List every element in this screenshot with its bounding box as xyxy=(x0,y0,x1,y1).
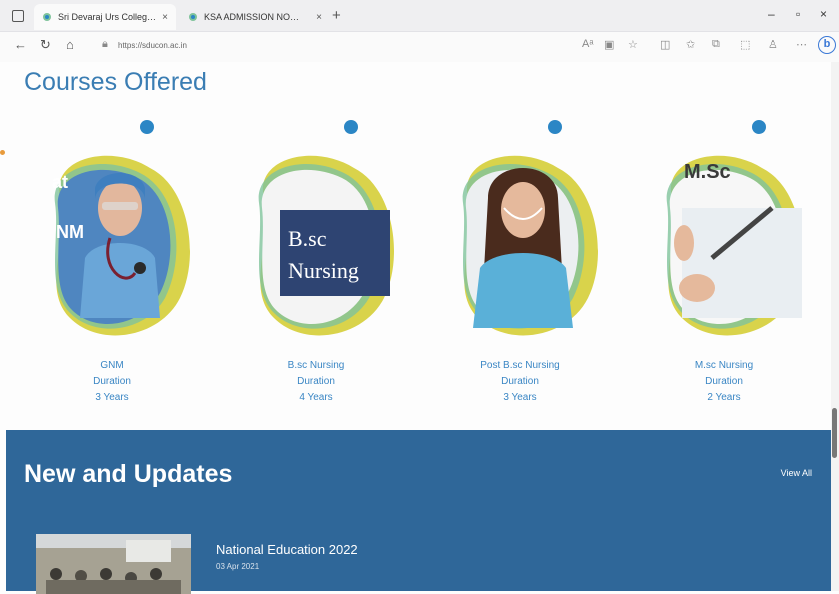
close-tab-icon[interactable]: × xyxy=(316,12,322,23)
courses-section-title: Courses Offered xyxy=(24,68,207,96)
collections-icon[interactable]: ⧉ xyxy=(712,38,720,51)
tab-sducon[interactable]: Sri Devaraj Urs College of Nurs × xyxy=(34,4,176,30)
decor-dot-icon xyxy=(548,120,562,134)
scrollbar-thumb[interactable] xyxy=(832,408,837,458)
course-image-gnm: at NM xyxy=(52,155,190,336)
profile-account-icon[interactable]: ♙ xyxy=(768,38,778,51)
college-favicon-icon xyxy=(188,12,198,22)
read-aloud-icon[interactable]: Aᵃ xyxy=(582,38,593,50)
svg-text:M.Sc: M.Sc xyxy=(684,161,731,183)
close-window-icon[interactable]: × xyxy=(820,7,827,21)
course-info: M.sc Nursing Duration 2 Years xyxy=(634,358,814,406)
course-duration-label: Duration xyxy=(93,376,131,387)
svg-text:B.sc: B.sc xyxy=(288,226,327,251)
svg-text:Nursing: Nursing xyxy=(288,258,359,283)
course-duration: 3 Years xyxy=(95,392,129,403)
refresh-icon[interactable]: ↻ xyxy=(40,37,51,53)
back-icon[interactable]: ← xyxy=(14,37,27,52)
course-duration-label: Duration xyxy=(705,376,743,387)
apps-icon[interactable]: ▣ xyxy=(604,38,614,51)
url-field[interactable]: https://sducon.ac.in xyxy=(118,41,187,50)
course-duration: 2 Years xyxy=(707,392,741,403)
news-item-title[interactable]: National Education 2022 xyxy=(216,542,358,557)
maximize-icon[interactable]: ▫ xyxy=(796,7,800,21)
page-scrollbar[interactable] xyxy=(831,62,839,591)
course-card-post-bsc-nursing[interactable]: Post B.sc Nursing Duration 3 Years xyxy=(430,118,610,418)
course-duration: 3 Years xyxy=(503,392,537,403)
course-info: Post B.sc Nursing Duration 3 Years xyxy=(430,358,610,406)
svg-text:at: at xyxy=(52,172,68,192)
course-image-bsc-nursing: B.sc Nursing xyxy=(258,155,394,336)
course-name: GNM xyxy=(100,360,124,371)
course-name: B.sc Nursing xyxy=(287,360,345,371)
updates-section-title: New and Updates xyxy=(24,460,233,488)
course-name: M.sc Nursing xyxy=(694,360,754,371)
favorite-star-icon[interactable]: ☆ xyxy=(628,38,638,51)
more-menu-icon[interactable]: ⋯ xyxy=(796,38,807,51)
course-name: Post B.sc Nursing xyxy=(480,360,560,371)
college-favicon-icon xyxy=(42,12,52,22)
browser-titlebar: Sri Devaraj Urs College of Nurs × KSA AD… xyxy=(0,0,839,32)
tab-label: Sri Devaraj Urs College of Nurs xyxy=(58,12,158,22)
course-duration: 4 Years xyxy=(299,392,333,403)
course-duration-label: Duration xyxy=(501,376,539,387)
decor-dot-icon xyxy=(752,120,766,134)
course-info: GNM Duration 3 Years xyxy=(22,358,202,406)
home-icon[interactable]: ⌂ xyxy=(66,37,74,52)
news-thumbnail[interactable] xyxy=(36,534,191,594)
favorites-icon[interactable]: ✩ xyxy=(686,38,695,51)
tab-ksa-admission[interactable]: KSA ADMISSION NOTICE × xyxy=(180,4,330,30)
course-card-bsc-nursing[interactable]: B.sc Nursing B.sc Nursing Duration 4 Yea… xyxy=(226,118,406,418)
course-card-msc-nursing[interactable]: M.Sc M.sc Nursing Duration 2 Years xyxy=(634,118,814,418)
news-item-date: 03 Apr 2021 xyxy=(216,562,260,571)
close-tab-icon[interactable]: × xyxy=(162,12,168,23)
course-card-gnm[interactable]: at NM GNM Duration 3 Years xyxy=(22,118,202,418)
extensions-icon[interactable]: ⬚ xyxy=(740,38,750,51)
decor-dot-icon xyxy=(344,120,358,134)
cursor-marker xyxy=(0,150,5,155)
course-info: B.sc Nursing Duration 4 Years xyxy=(226,358,406,406)
course-duration-label: Duration xyxy=(297,376,335,387)
split-screen-icon[interactable]: ◫ xyxy=(660,38,670,51)
lock-icon: 🔒︎ xyxy=(102,38,108,50)
tab-actions-icon[interactable] xyxy=(12,10,24,22)
svg-text:NM: NM xyxy=(56,222,84,242)
tab-label: KSA ADMISSION NOTICE xyxy=(204,12,304,22)
new-tab-icon[interactable]: + xyxy=(332,7,341,24)
view-all-link[interactable]: View All xyxy=(781,468,812,478)
updates-section: New and Updates View All National Educat… xyxy=(6,430,832,594)
course-image-post-bsc-nursing xyxy=(462,155,598,336)
course-image-msc-nursing: M.Sc xyxy=(666,155,802,336)
minimize-icon[interactable]: – xyxy=(768,7,775,21)
bing-copilot-icon[interactable]: b xyxy=(818,36,836,54)
decor-dot-icon xyxy=(140,120,154,134)
